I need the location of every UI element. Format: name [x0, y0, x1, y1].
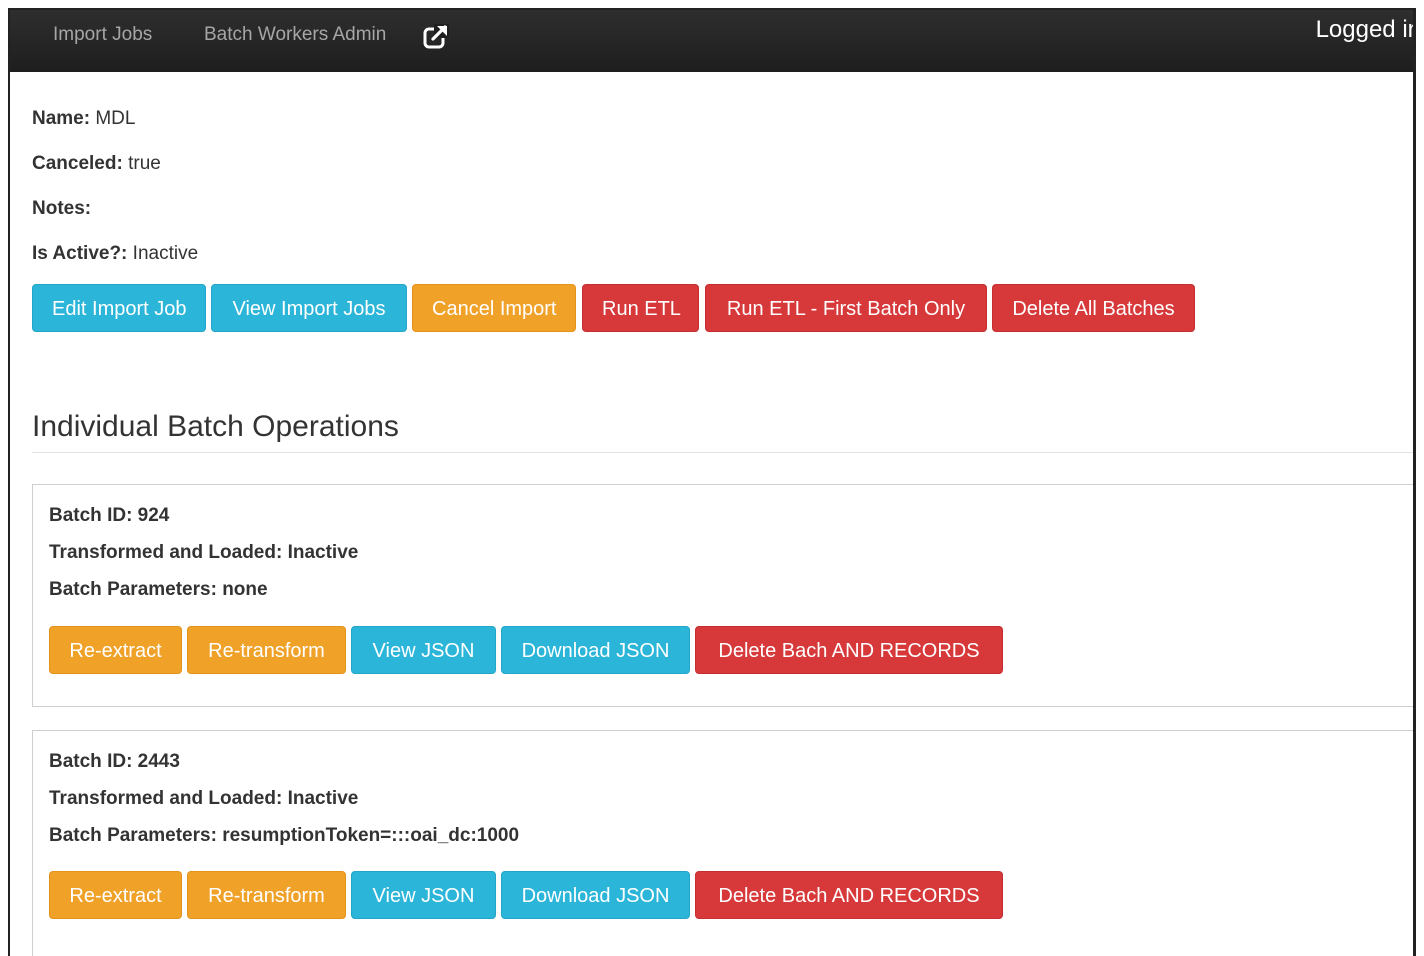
section-divider — [32, 452, 1413, 453]
top-navbar: Import Jobs Batch Workers Admin Logged i… — [10, 10, 1413, 72]
batch-loaded-status: Transformed and Loaded: Inactive — [49, 788, 359, 809]
cancel-import-button[interactable]: Cancel Import — [412, 284, 576, 332]
job-name-value: MDL — [95, 108, 136, 129]
external-link-icon[interactable] — [423, 23, 449, 49]
job-notes-field: Notes: — [32, 198, 91, 220]
batch-parameters: Batch Parameters: none — [49, 579, 268, 600]
re-transform-button[interactable]: Re-transform — [187, 626, 346, 674]
delete-batch-and-records-button[interactable]: Delete Bach AND RECORDS — [695, 871, 1003, 919]
nav-import-jobs[interactable]: Import Jobs — [53, 24, 152, 46]
view-import-jobs-button[interactable]: View Import Jobs — [211, 284, 407, 332]
delete-all-batches-button[interactable]: Delete All Batches — [992, 284, 1195, 332]
re-extract-button[interactable]: Re-extract — [49, 626, 182, 674]
job-name-field: Name: MDL — [32, 108, 135, 130]
section-title: Individual Batch Operations — [32, 410, 399, 443]
job-active-field: Is Active?: Inactive — [32, 243, 198, 265]
job-canceled-label: Canceled: — [32, 153, 123, 174]
job-canceled-field: Canceled: true — [32, 153, 161, 175]
batch-id: Batch ID: 2443 — [49, 751, 180, 772]
batch-loaded-status: Transformed and Loaded: Inactive — [49, 542, 359, 563]
run-etl-button[interactable]: Run ETL — [582, 284, 699, 332]
delete-batch-and-records-button[interactable]: Delete Bach AND RECORDS — [695, 626, 1003, 674]
job-active-label: Is Active?: — [32, 243, 128, 264]
app-window: Import Jobs Batch Workers Admin Logged i… — [8, 8, 1416, 956]
logged-in-status: Logged in — [1315, 16, 1416, 43]
edit-import-job-button[interactable]: Edit Import Job — [32, 284, 206, 332]
run-etl-first-batch-button[interactable]: Run ETL - First Batch Only — [705, 284, 987, 332]
batch-id: Batch ID: 924 — [49, 505, 170, 526]
batch-panel: Batch ID: 924 Transformed and Loaded: In… — [32, 484, 1413, 707]
job-name-label: Name: — [32, 108, 91, 129]
job-active-value: Inactive — [132, 243, 199, 264]
re-extract-button[interactable]: Re-extract — [49, 871, 182, 919]
job-notes-label: Notes: — [32, 198, 92, 219]
view-json-button[interactable]: View JSON — [351, 871, 496, 919]
view-json-button[interactable]: View JSON — [351, 626, 496, 674]
download-json-button[interactable]: Download JSON — [501, 626, 690, 674]
download-json-button[interactable]: Download JSON — [501, 871, 690, 919]
nav-batch-workers-admin[interactable]: Batch Workers Admin — [204, 24, 386, 46]
batch-panel: Batch ID: 2443 Transformed and Loaded: I… — [32, 730, 1413, 956]
batch-parameters: Batch Parameters: resumptionToken=:::oai… — [49, 825, 520, 846]
re-transform-button[interactable]: Re-transform — [187, 871, 346, 919]
job-canceled-value: true — [128, 153, 161, 174]
